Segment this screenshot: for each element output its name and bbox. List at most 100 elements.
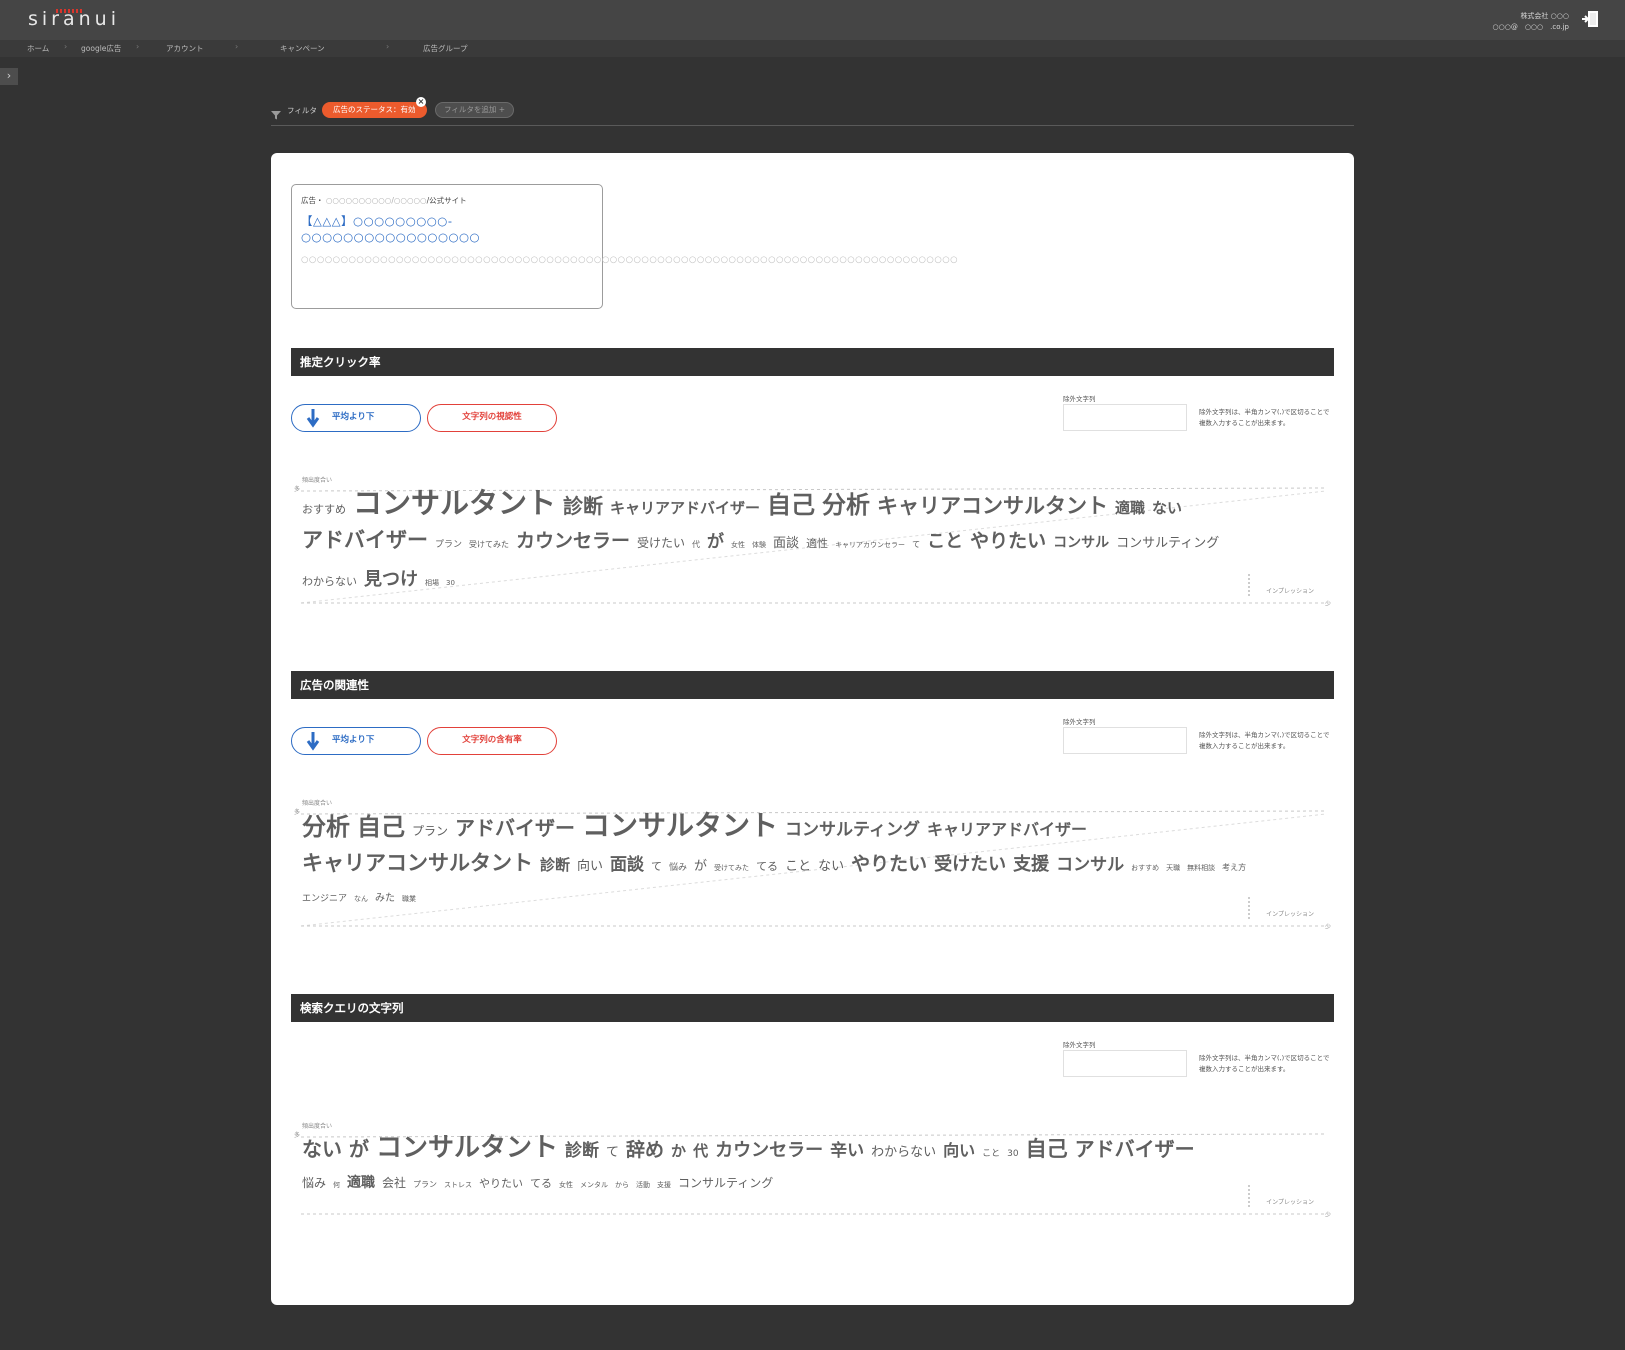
- cloud-word[interactable]: コンサルタント: [582, 812, 778, 840]
- cloud-word[interactable]: なん: [354, 896, 368, 903]
- cloud-word[interactable]: エンジニア: [302, 895, 347, 904]
- cloud-word[interactable]: 受けてみた: [469, 541, 509, 549]
- cloud-word[interactable]: 受けたい: [637, 537, 685, 549]
- cloud-word[interactable]: か: [671, 1144, 686, 1159]
- cloud-word[interactable]: 天職: [1166, 865, 1180, 872]
- cloud-word[interactable]: 支援: [1013, 856, 1049, 874]
- cloud-word[interactable]: アドバイザー: [1075, 1139, 1195, 1159]
- cloud-word[interactable]: コンサルティング: [785, 822, 920, 839]
- cloud-word[interactable]: て: [651, 861, 662, 872]
- exclusion-input[interactable]: [1063, 1050, 1187, 1077]
- cloud-word[interactable]: 活動: [636, 1182, 650, 1189]
- add-filter-button[interactable]: フィルタを追加 +: [435, 102, 515, 118]
- cloud-word[interactable]: プラン: [435, 541, 462, 550]
- cloud-word[interactable]: コンサルティング: [678, 1177, 773, 1189]
- cloud-word[interactable]: が: [694, 860, 707, 873]
- cloud-word[interactable]: 辛い: [830, 1143, 864, 1160]
- cloud-word[interactable]: 代: [692, 541, 700, 549]
- cloud-word[interactable]: キャリアアドバイザー: [927, 822, 1087, 838]
- cloud-word[interactable]: ストレス: [444, 1182, 472, 1189]
- cloud-word[interactable]: アドバイザー: [455, 818, 575, 838]
- cloud-word[interactable]: てる: [530, 1178, 552, 1189]
- cloud-word[interactable]: て: [606, 1146, 619, 1159]
- cloud-word[interactable]: 適職: [347, 1176, 375, 1190]
- cloud-word[interactable]: 30: [446, 580, 455, 587]
- cloud-word[interactable]: 支援: [657, 1182, 671, 1189]
- cloud-word[interactable]: 分析: [822, 493, 870, 517]
- cloud-word[interactable]: アドバイザー: [302, 530, 428, 551]
- cloud-word[interactable]: こと: [785, 860, 811, 873]
- app-logo[interactable]: siranui: [28, 8, 120, 30]
- cloud-word[interactable]: 悩み: [669, 864, 687, 873]
- cloud-word[interactable]: 適性: [806, 538, 828, 549]
- filter-chip-status[interactable]: 広告のステータス：有効: [322, 102, 427, 118]
- cloud-word[interactable]: ない: [818, 860, 844, 873]
- cloud-word[interactable]: 考え方: [1222, 864, 1246, 872]
- cloud-word[interactable]: 向い: [943, 1143, 975, 1159]
- cloud-word[interactable]: 見つけ: [364, 571, 418, 589]
- cloud-word[interactable]: キャリアカウンセラー: [835, 542, 905, 549]
- cloud-word[interactable]: キャリアアドバイザー: [610, 501, 760, 516]
- breadcrumb-google-ads[interactable]: google広告: [81, 43, 121, 54]
- cloud-word[interactable]: 受けてみた: [714, 865, 749, 872]
- breadcrumb-campaign[interactable]: キャンペーン: [280, 43, 325, 54]
- breadcrumb-account[interactable]: アカウント: [166, 43, 204, 54]
- cloud-word[interactable]: カウンセラー: [516, 532, 630, 551]
- cloud-word[interactable]: 代: [693, 1144, 708, 1159]
- sidebar-toggle-button[interactable]: ›: [0, 68, 18, 85]
- cloud-word[interactable]: キャリアコンサルタント: [877, 496, 1108, 517]
- cloud-word[interactable]: が: [707, 534, 724, 551]
- cloud-word[interactable]: わからない: [302, 576, 357, 587]
- cloud-word[interactable]: 診断: [565, 1143, 599, 1160]
- below-average-button[interactable]: 平均より下: [291, 404, 421, 432]
- cloud-word[interactable]: コンサルティング: [1116, 537, 1219, 550]
- logout-icon[interactable]: [1581, 10, 1601, 28]
- cloud-word[interactable]: てる: [756, 861, 778, 872]
- cloud-word[interactable]: プラン: [412, 825, 448, 837]
- exclusion-input[interactable]: [1063, 404, 1187, 431]
- cloud-word[interactable]: 分析: [302, 815, 350, 839]
- cloud-word[interactable]: て: [912, 541, 920, 549]
- chip-close-icon[interactable]: ×: [416, 97, 426, 107]
- cloud-word[interactable]: メンタル: [580, 1182, 608, 1189]
- cloud-word[interactable]: わからない: [871, 1146, 936, 1159]
- below-average-button[interactable]: 平均より下: [291, 727, 421, 755]
- string-visibility-button[interactable]: 文字列の視認性: [427, 404, 557, 432]
- cloud-word[interactable]: やりたい: [479, 1178, 523, 1189]
- cloud-word[interactable]: やりたい: [851, 855, 927, 874]
- cloud-word[interactable]: 体験: [752, 542, 766, 549]
- cloud-word[interactable]: こと: [927, 533, 963, 551]
- cloud-word[interactable]: が: [349, 1139, 369, 1159]
- exclusion-input[interactable]: [1063, 727, 1187, 754]
- cloud-word[interactable]: 適職: [1115, 501, 1145, 516]
- cloud-word[interactable]: 悩み: [302, 1177, 326, 1189]
- cloud-word[interactable]: カウンセラー: [715, 1142, 823, 1160]
- breadcrumb-ad-group[interactable]: 広告グループ: [423, 43, 468, 54]
- cloud-word[interactable]: コンサル: [1053, 536, 1109, 550]
- cloud-word[interactable]: 自己: [1026, 1139, 1068, 1160]
- cloud-word[interactable]: 自己: [357, 815, 405, 839]
- breadcrumb-home[interactable]: ホーム: [27, 43, 49, 54]
- cloud-word[interactable]: キャリアコンサルタント: [302, 853, 533, 874]
- cloud-word[interactable]: コンサルタント: [353, 489, 556, 518]
- filter-icon[interactable]: [271, 105, 281, 120]
- cloud-word[interactable]: 女性: [559, 1182, 573, 1189]
- cloud-word[interactable]: ない: [302, 1139, 342, 1159]
- cloud-word[interactable]: 自己: [767, 493, 815, 517]
- cloud-word[interactable]: 向い: [577, 860, 603, 873]
- cloud-word[interactable]: コンサル: [1056, 857, 1124, 874]
- cloud-word[interactable]: やりたい: [970, 532, 1046, 551]
- cloud-word[interactable]: おすすめ: [302, 504, 346, 515]
- cloud-word[interactable]: 職業: [402, 896, 416, 903]
- cloud-word[interactable]: 30: [1007, 1150, 1018, 1159]
- cloud-word[interactable]: 辞め: [626, 1141, 664, 1160]
- cloud-word[interactable]: 診断: [563, 496, 603, 516]
- cloud-word[interactable]: おすすめ: [1131, 865, 1159, 872]
- cloud-word[interactable]: 受けたい: [934, 856, 1006, 874]
- cloud-word[interactable]: こと: [982, 1150, 1000, 1159]
- cloud-word[interactable]: 相場: [425, 580, 439, 587]
- string-inclusion-button[interactable]: 文字列の含有率: [427, 727, 557, 755]
- cloud-word[interactable]: コンサルタント: [376, 1135, 558, 1161]
- cloud-word[interactable]: 何: [333, 1182, 340, 1189]
- cloud-word[interactable]: ない: [1152, 501, 1182, 516]
